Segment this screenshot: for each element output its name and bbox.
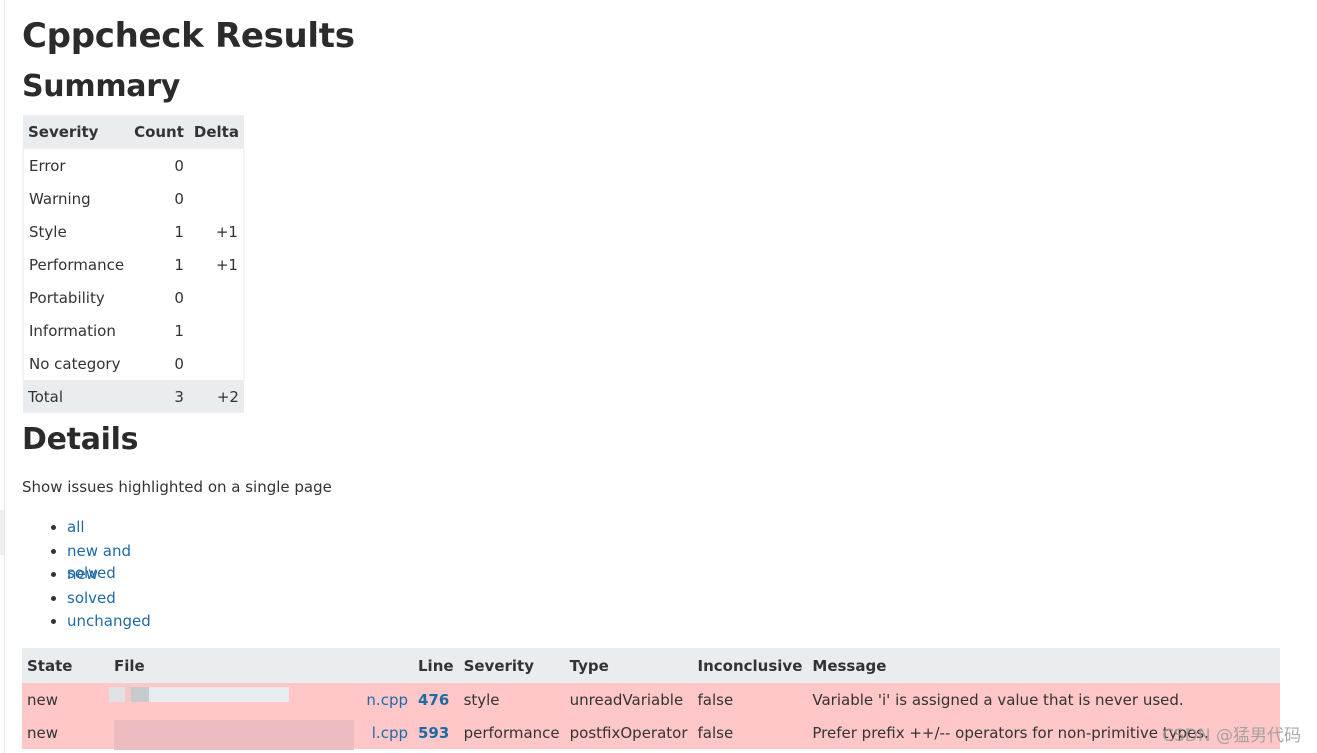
summary-table: Severity Count Delta Error 0 Warning 0 S… (21, 115, 245, 413)
details-table: State File Line Severity Type Inconclusi… (22, 648, 1280, 750)
details-header-line: Line (418, 656, 454, 675)
severity-delta (188, 149, 245, 182)
summary-row-style: Style 1 +1 (21, 215, 245, 248)
severity-delta: +1 (188, 248, 245, 281)
issue-state: new (27, 723, 59, 742)
severity-label: Information (21, 314, 130, 347)
summary-row-information: Information 1 (21, 314, 245, 347)
summary-row-performance: Performance 1 +1 (21, 248, 245, 281)
summary-header-severity: Severity (28, 123, 99, 141)
filter-link-solved[interactable]: solved (67, 589, 116, 607)
issue-type: unreadVariable (569, 690, 684, 709)
severity-count: 0 (174, 354, 184, 373)
issue-file: n.cpp (109, 683, 413, 716)
filter-item-all: all (67, 516, 151, 540)
issue-severity: style (463, 690, 500, 709)
total-delta: +2 (216, 387, 239, 406)
summary-total-row: Total 3 +2 (23, 380, 244, 413)
summary-row-error: Error 0 (21, 149, 245, 182)
severity-delta (188, 347, 245, 380)
filter-link-unchanged[interactable]: unchanged (67, 612, 151, 630)
issue-filter-links: all new and solved new solved unchanged (22, 516, 151, 634)
details-header-row: State File Line Severity Type Inconclusi… (22, 648, 1280, 683)
filter-link-new[interactable]: new (67, 565, 98, 583)
filter-item-new-and-solved: new and solved (67, 540, 151, 582)
severity-count: 0 (174, 156, 184, 175)
severity-label: Style (21, 215, 130, 248)
page-left-marker (0, 510, 4, 555)
severity-count: 0 (174, 189, 184, 208)
summary-heading: Summary (22, 69, 180, 104)
page-title: Cppcheck Results (22, 16, 355, 56)
filter-link-all[interactable]: all (67, 518, 85, 536)
issue-file-link[interactable]: n.cpp (366, 691, 408, 709)
issue-line-link[interactable]: 476 (418, 691, 449, 709)
severity-count: 1 (174, 255, 184, 274)
issue-row: new l.cpp 593 performance postfixOperato… (22, 716, 1280, 750)
severity-delta: +1 (188, 215, 245, 248)
summary-row-warning: Warning 0 (21, 182, 245, 215)
severity-delta (188, 314, 245, 347)
issue-inconclusive: false (697, 690, 734, 709)
issue-line: 476 (413, 683, 459, 716)
severity-count: 0 (174, 288, 184, 307)
summary-row-no-category: No category 0 (21, 347, 245, 380)
severity-label: Portability (21, 281, 130, 314)
summary-header-delta: Delta (193, 123, 239, 141)
issue-file-link[interactable]: l.cpp (372, 724, 408, 742)
summary-header-count: Count (134, 123, 184, 141)
filter-item-solved: solved (67, 587, 151, 611)
issue-line-link[interactable]: 593 (418, 724, 449, 742)
filter-item-unchanged: unchanged (67, 610, 151, 634)
details-header-state: State (27, 656, 73, 675)
details-intro-text: Show issues highlighted on a single page (22, 478, 332, 496)
severity-delta (188, 281, 245, 314)
severity-count: 1 (174, 321, 184, 340)
issue-message: Variable 'i' is assigned a value that is… (812, 690, 1184, 709)
severity-label: Performance (21, 248, 130, 281)
details-header-message: Message (812, 656, 887, 675)
redacted-path (114, 720, 354, 750)
redacted-path (109, 687, 289, 702)
severity-count: 1 (174, 222, 184, 241)
severity-label: No category (21, 347, 130, 380)
page-left-border (4, 0, 5, 753)
issue-row: new n.cpp 476 style unreadVariable false… (22, 683, 1280, 716)
summary-header-row: Severity Count Delta (23, 115, 244, 149)
issue-state: new (27, 690, 59, 709)
issue-type: postfixOperator (569, 723, 688, 742)
details-heading: Details (22, 422, 139, 457)
total-label: Total (28, 387, 64, 406)
issue-inconclusive: false (697, 723, 734, 742)
details-header-type: Type (569, 656, 609, 675)
summary-row-portability: Portability 0 (21, 281, 245, 314)
details-header-file: File (114, 656, 145, 675)
watermark: CSDN @猛男代码 (1162, 726, 1301, 746)
issue-file: l.cpp (109, 716, 413, 750)
details-header-severity: Severity (463, 656, 534, 675)
issue-severity: performance (463, 723, 560, 742)
details-header-inconclusive: Inconclusive (697, 656, 803, 675)
severity-label: Warning (21, 182, 130, 215)
severity-delta (188, 182, 245, 215)
total-count: 3 (174, 387, 184, 406)
issue-line: 593 (413, 716, 459, 749)
severity-label: Error (21, 149, 130, 182)
